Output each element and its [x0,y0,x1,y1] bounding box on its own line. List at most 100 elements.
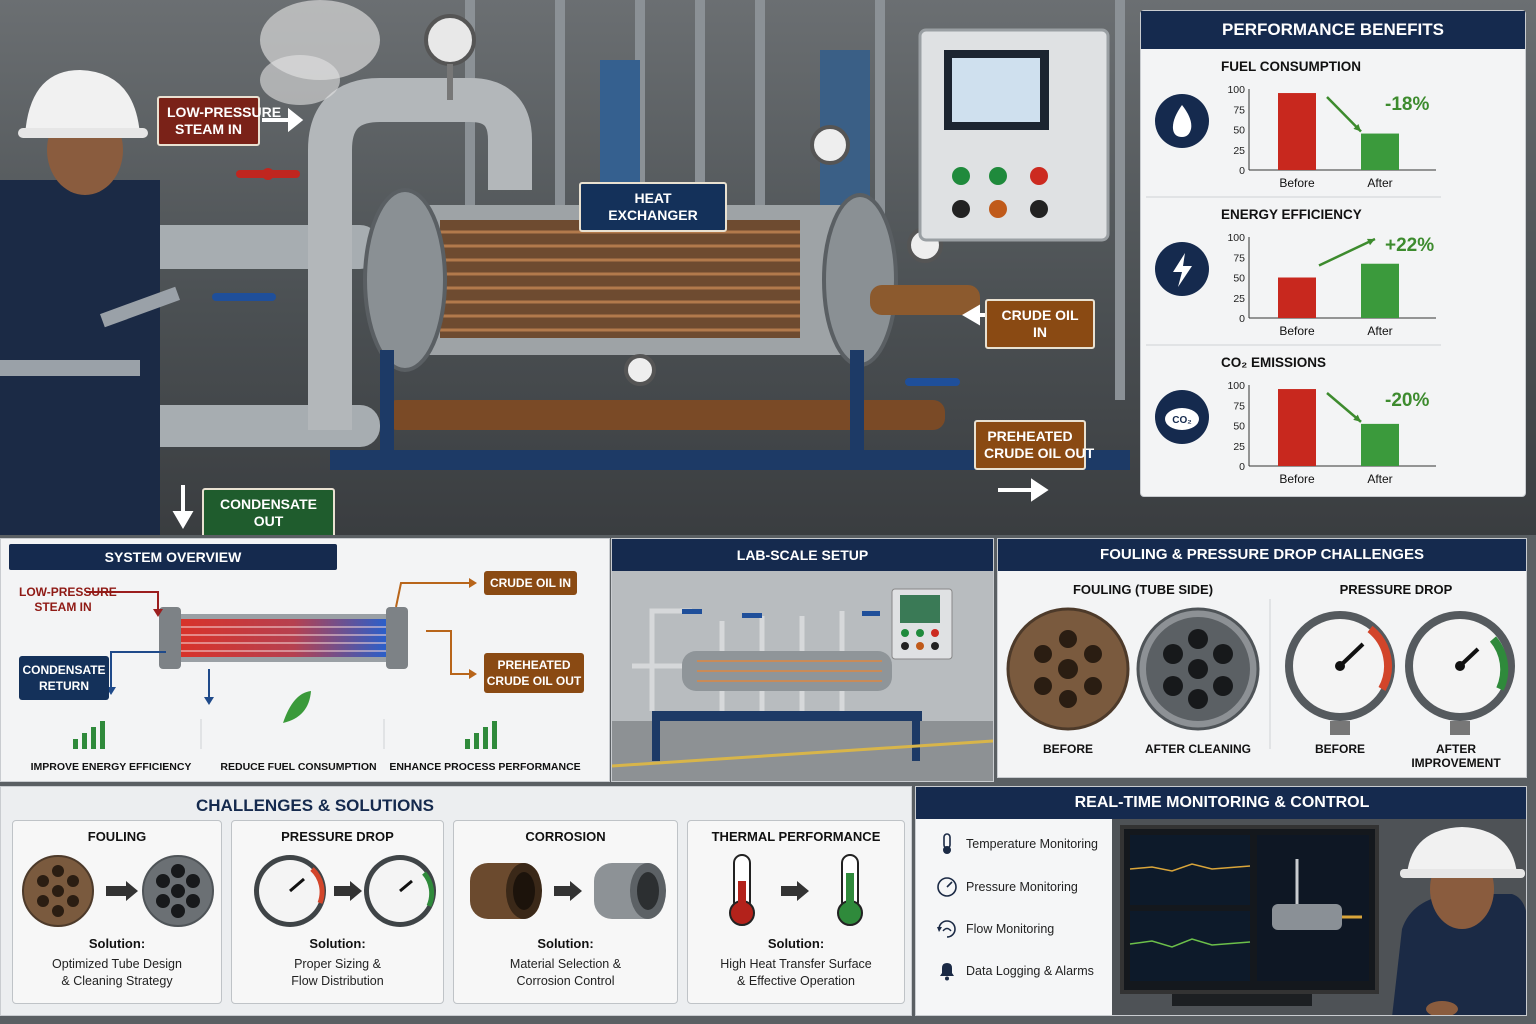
thermometer-icons [729,854,863,926]
bell-icon [940,963,954,981]
leaf-icon [283,691,311,723]
solution-text: Optimized Tube Design & Cleaning Strateg… [52,957,182,988]
fouling-before-after-icons [22,855,214,927]
challenge-title: FOULING [87,829,147,844]
performance-charts: FUEL CONSUMPTION 100 75 50 25 0 Before After -18… [1146,59,1441,486]
trend-arrow [1326,96,1362,133]
pressure-before-caption: BEFORE [1314,742,1365,756]
bar-after [1361,133,1399,170]
solution-label: Solution: [88,936,146,951]
fouling-after-cleaning-caption: AFTER CLEANING [1145,742,1251,756]
fouling-before-caption: BEFORE [1042,742,1093,756]
change-label: -20% [1385,390,1429,411]
x-label-after: After [1367,472,1392,486]
challenge-card-corrosion: CORROSION Solution: Material Selection &… [453,820,678,1004]
change-label: +22% [1385,235,1434,256]
monitoring-feature-list: Temperature Monitoring Pressure Monitori… [916,819,1112,1015]
lab-scale-setup-title: LAB-SCALE SETUP [612,539,993,571]
tick-label: 100 [1227,380,1245,392]
tick-label: 75 [1233,400,1245,412]
change-label: -18% [1385,94,1429,115]
x-label-before: Before [1279,472,1315,486]
flow-icon [937,920,956,938]
tick-label: 0 [1239,313,1245,325]
performance-benefits-panel: PERFORMANCE BENEFITS FUEL CONSUMPTION 100… [1140,10,1526,497]
chart-title: ENERGY EFFICIENCY [1221,207,1362,222]
overview-condensate-return-label: CONDENSATE RETURN [19,656,109,700]
tick-label: 100 [1227,84,1245,96]
x-label-before: Before [1279,324,1315,338]
solution-label: Solution: [537,936,594,951]
chart-title: CO₂ EMISSIONS [1221,355,1326,370]
pressure-gauge-icons [254,855,436,927]
tick-label: 50 [1233,273,1245,285]
challenge-title: PRESSURE DROP [281,829,394,844]
tick-label: 75 [1233,104,1245,116]
heat-exchanger-label: HEAT EXCHANGER [579,182,727,232]
gauge-icon [937,877,957,897]
fouling-tube-side-subtitle: FOULING (TUBE SIDE) [1072,582,1214,597]
clean-tubesheet-icon [1136,607,1260,731]
solution-label: Solution: [767,936,825,951]
challenge-card-fouling: FOULING Solution: Optimized Tube Design … [12,820,222,1004]
tick-label: 100 [1227,232,1245,244]
arrow-right-icon [334,881,362,901]
overview-preheated-crude-out-label: PREHEATED CRUDE OIL OUT [484,653,584,693]
x-label-after: After [1367,324,1392,338]
challenges-solutions-panel: CHALLENGES & SOLUTIONS FOULING Solution:… [0,786,912,1016]
pressure-after-improvement-caption: AFTER IMPROVEMENT [1411,742,1501,770]
arrow-right-icon [554,881,582,901]
trend-arrow [1318,237,1376,267]
goal-reduce-fuel-consumption: REDUCE FUEL CONSUMPTION [220,761,377,773]
co2-text: CO₂ [1172,415,1191,426]
fouled-tubesheet-icon [1006,607,1130,731]
solution-text: Material Selection & Corrosion Control [509,957,622,988]
solution-text: High Heat Transfer Surface & Effective O… [720,957,872,988]
operator-monitor-photo [1112,819,1526,1015]
challenge-card-thermal-performance: THERMAL PERFORMANCE Solution: High Heat … [687,820,905,1004]
bar-after [1361,263,1399,318]
tick-label: 25 [1233,145,1245,157]
tick-label: 0 [1239,165,1245,177]
bar-before [1278,277,1316,318]
solution-label: Solution: [309,936,366,951]
fouling-pressure-drop-title: FOULING & PRESSURE DROP CHALLENGES [998,539,1526,571]
goal-enhance-process-performance: ENHANCE PROCESS PERFORMANCE [389,761,581,773]
bar-after [1361,423,1399,466]
chart-growth-icon [465,721,497,749]
arrow-right-icon [781,881,809,901]
chart-growth-icon [73,721,105,749]
steam-in-label: LOW-PRESSURE STEAM IN [157,96,281,146]
challenge-title: CORROSION [525,829,606,844]
pressure-drop-subtitle: PRESSURE DROP [1339,582,1453,597]
preheated-crude-oil-out-label: PREHEATED CRUDE OIL OUT [974,420,1094,470]
fouling-pressure-drop-panel: FOULING & PRESSURE DROP CHALLENGES FOULI… [997,538,1527,778]
system-overview-title: SYSTEM OVERVIEW [9,544,337,570]
tick-label: 25 [1233,441,1245,453]
tick-label: 0 [1239,461,1245,473]
tick-label: 75 [1233,252,1245,264]
chart-title: FUEL CONSUMPTION [1221,59,1361,74]
arrow-right-icon [106,881,138,901]
lab-setup-photo [612,571,993,781]
overview-crude-oil-in-label: CRUDE OIL IN [484,571,577,595]
plant-background-illustration [0,0,1130,535]
tick-label: 25 [1233,293,1245,305]
corrosion-pipe-icons [470,863,666,919]
solution-text: Proper Sizing & Flow Distribution [291,957,384,988]
pressure-gauge-before-icon [1285,611,1395,735]
x-label-after: After [1367,176,1392,190]
real-time-monitoring-panel: REAL-TIME MONITORING & CONTROL Temperatu… [915,786,1527,1016]
bar-before [1278,93,1316,170]
bar-before [1278,389,1316,466]
crude-oil-in-label: CRUDE OIL IN [985,299,1095,349]
overview-steam-in-label: LOW-PRESSURE STEAM IN [19,585,117,614]
pressure-gauge-after-icon [1405,611,1515,735]
real-time-monitoring-title: REAL-TIME MONITORING & CONTROL [916,787,1526,819]
challenges-solutions-title: CHALLENGES & SOLUTIONS [195,796,434,815]
goal-improve-energy-efficiency: IMPROVE ENERGY EFFICIENCY [30,761,192,773]
condensate-out-label: CONDENSATE OUT [202,488,335,535]
challenge-title: THERMAL PERFORMANCE [711,829,881,844]
x-label-before: Before [1279,176,1315,190]
system-overview-panel: SYSTEM OVERVIEW LOW-PRESSURE STEAM IN CO… [0,538,610,782]
